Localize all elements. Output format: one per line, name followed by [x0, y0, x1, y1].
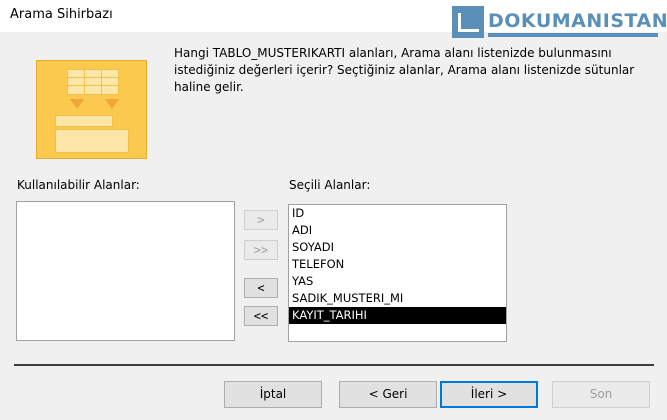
- window-title: Arama Sihirbazı: [10, 7, 113, 22]
- arrow-down-icon: [105, 99, 119, 109]
- selected-fields-label: Seçili Alanlar:: [289, 178, 371, 192]
- watermark-text: DOKUMANISTAN: [488, 10, 667, 32]
- logo-underline: [488, 33, 658, 37]
- logo-mark-icon: [452, 6, 484, 38]
- selected-field-item[interactable]: TELEFON: [289, 256, 506, 273]
- add-field-button[interactable]: >: [244, 210, 278, 230]
- lookup-wizard-icon: [36, 60, 147, 159]
- cancel-button[interactable]: İptal: [224, 381, 322, 408]
- list-box-icon: [55, 129, 129, 153]
- arrow-down-icon: [70, 99, 84, 109]
- available-fields-list[interactable]: [16, 201, 235, 341]
- wizard-description: Hangi TABLO_MUSTERIKARTI alanları, Arama…: [174, 46, 635, 94]
- footer-separator: [14, 364, 654, 366]
- back-button[interactable]: < Geri: [339, 381, 437, 408]
- selected-field-item[interactable]: KAYIT_TARIHI: [289, 307, 506, 324]
- selected-field-item[interactable]: SADIK_MUSTERI_MI: [289, 290, 506, 307]
- next-button[interactable]: İleri >: [440, 381, 538, 408]
- remove-all-fields-button[interactable]: <<: [244, 306, 278, 326]
- selected-field-item[interactable]: YAS: [289, 273, 506, 290]
- selected-field-item[interactable]: ADI: [289, 222, 506, 239]
- selected-field-item[interactable]: SOYADI: [289, 239, 506, 256]
- selected-fields-list[interactable]: ID ADI SOYADI TELEFON YAS SADIK_MUSTERI_MI KAY…: [288, 204, 507, 342]
- remove-field-button[interactable]: <: [244, 278, 278, 298]
- finish-button[interactable]: Son: [552, 381, 650, 408]
- add-all-fields-button[interactable]: >>: [244, 240, 278, 260]
- combo-box-icon: [55, 115, 113, 127]
- watermark-logo: DOKUMANISTAN: [452, 6, 667, 40]
- selected-field-item[interactable]: ID: [289, 205, 506, 222]
- available-fields-label: Kullanılabilir Alanlar:: [17, 178, 140, 192]
- table-grid-icon: [67, 69, 119, 95]
